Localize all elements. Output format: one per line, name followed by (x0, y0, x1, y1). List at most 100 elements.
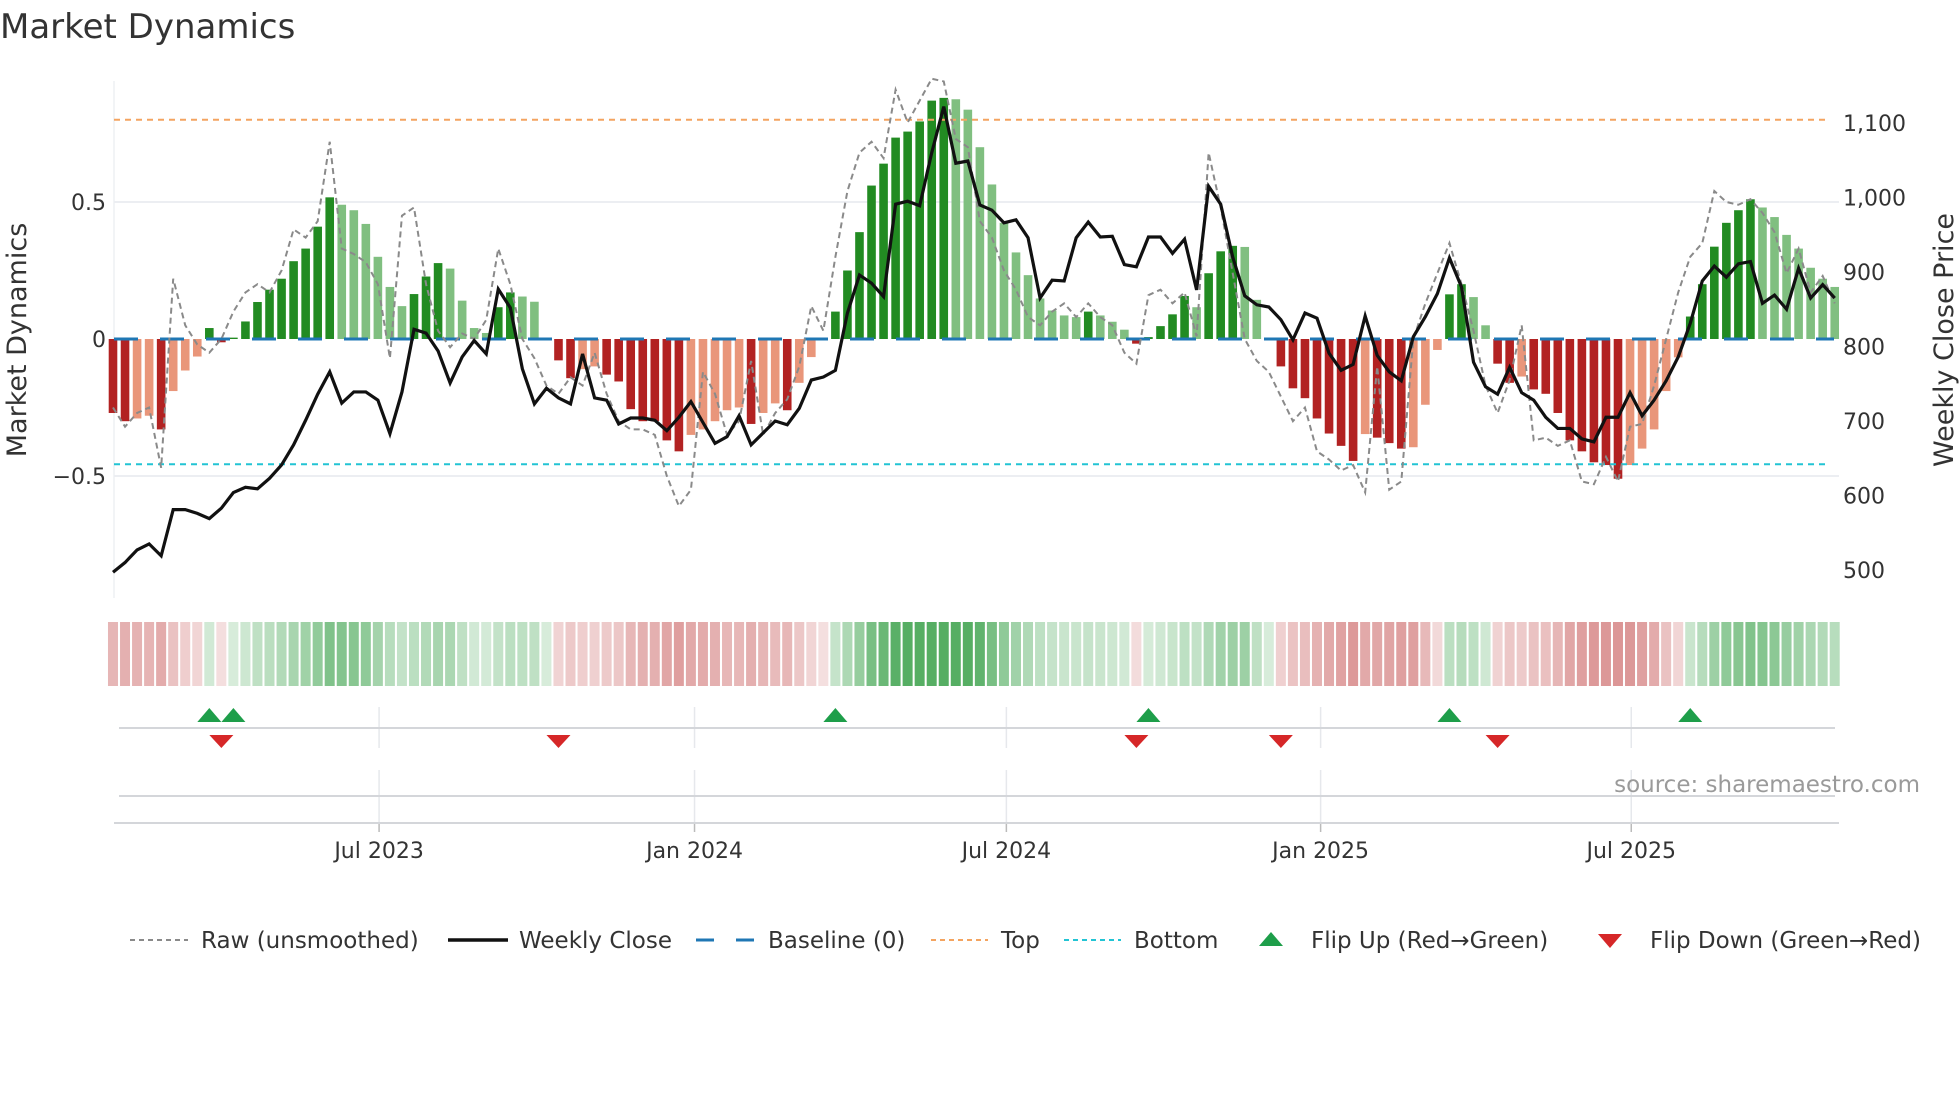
momentum-bar (1071, 317, 1081, 339)
momentum-bar (120, 339, 130, 422)
legend-item-raw: Raw (unsmoothed) (130, 928, 419, 954)
heat-cell (1336, 622, 1347, 686)
momentum-bar (1806, 267, 1815, 339)
momentum-bar (879, 163, 888, 339)
heat-cell (1649, 622, 1660, 686)
heat-strip (107, 622, 1840, 686)
heat-cell (1384, 622, 1395, 686)
momentum-bar (518, 296, 527, 339)
heat-cell (734, 622, 745, 686)
heat-cell (926, 622, 937, 686)
heat-cell (1516, 622, 1527, 686)
heat-cell (1131, 622, 1142, 686)
flip-up-marker (221, 708, 246, 722)
heat-cell (950, 622, 961, 686)
heat-cell (1769, 622, 1780, 686)
heat-cell (1010, 622, 1021, 686)
y2-tick-label: 1,000 (1843, 187, 1906, 212)
legend-item-flip-down: Flip Down (Green→Red) (1598, 928, 1921, 954)
momentum-bar (1481, 325, 1490, 339)
momentum-bar (132, 339, 142, 419)
heat-cell (1203, 622, 1214, 686)
momentum-bar (349, 210, 359, 339)
heat-cell (1468, 622, 1479, 686)
heat-cell (1179, 622, 1190, 686)
heat-cell (938, 622, 949, 686)
momentum-bar (192, 339, 202, 357)
momentum-bar (1035, 298, 1045, 339)
heat-cell (204, 622, 215, 686)
legend-label: Raw (unsmoothed) (201, 928, 419, 954)
momentum-bar (1204, 273, 1213, 339)
heat-cell (818, 622, 829, 686)
momentum-bar (1409, 339, 1418, 448)
momentum-bar (1276, 339, 1286, 367)
heat-cell (890, 622, 901, 686)
heat-cell (1083, 622, 1094, 686)
momentum-bar (229, 337, 238, 339)
flip-up-marker (1437, 708, 1462, 722)
momentum-bar (939, 97, 949, 339)
heat-cell (613, 622, 624, 686)
momentum-bar (1782, 234, 1791, 339)
heat-cell (336, 622, 347, 686)
heat-cell (866, 622, 877, 686)
market-dynamics-chart: Market Dynamics 0.5 0 −0.5 1,100 1,000 900 800… (0, 7, 1960, 954)
heat-cell (1299, 622, 1310, 686)
heat-cell (1324, 622, 1335, 686)
legend-label: Weekly Close (519, 928, 672, 954)
heat-cell (637, 622, 648, 686)
heat-cell (1528, 622, 1539, 686)
heat-cell (132, 622, 143, 686)
heat-cell (962, 622, 973, 686)
momentum-bar (831, 311, 840, 339)
flip-down-marker (1485, 735, 1510, 748)
x-tick-label: Jan 2025 (1270, 839, 1369, 864)
momentum-bar (1493, 339, 1502, 364)
momentum-bar (1529, 339, 1539, 390)
heat-cell (1408, 622, 1419, 686)
chart-root: Market Dynamics 0.5 0 −0.5 1,100 1,000 900 800… (0, 0, 1960, 1102)
heat-cell (1673, 622, 1684, 686)
momentum-bar (168, 339, 178, 392)
momentum-bar (903, 131, 912, 339)
legend-item-close: Weekly Close (448, 928, 672, 954)
momentum-bar (1445, 294, 1454, 339)
momentum-bar (253, 302, 262, 339)
heat-cell (1059, 622, 1070, 686)
legend-label: Baseline (0) (768, 928, 905, 954)
heat-cell (276, 622, 287, 686)
heat-cell (505, 622, 516, 686)
heat-cell (1456, 622, 1467, 686)
heat-cell (529, 622, 540, 686)
momentum-bar (951, 99, 961, 339)
heat-cell (1263, 622, 1274, 686)
momentum-bar (1216, 251, 1225, 339)
heat-cell (1167, 622, 1178, 686)
momentum-bar (361, 223, 371, 339)
momentum-bar (1722, 222, 1731, 339)
momentum-bar (614, 339, 623, 382)
heat-cell (746, 622, 757, 686)
momentum-bar (1589, 339, 1599, 463)
flip-down-marker (1268, 735, 1293, 748)
momentum-bar (1288, 339, 1298, 389)
heat-cell (649, 622, 660, 686)
heat-cell (685, 622, 696, 686)
heat-cell (1757, 622, 1768, 686)
heat-cell (794, 622, 805, 686)
heat-cell (1047, 622, 1058, 686)
momentum-bar (1433, 339, 1442, 350)
momentum-bar (1734, 210, 1743, 339)
x-tick-label: Jul 2023 (332, 839, 424, 864)
momentum-bar (1637, 339, 1647, 449)
momentum-bar (205, 328, 214, 339)
y2-tick-label: 500 (1843, 559, 1885, 584)
heat-cell (1661, 622, 1672, 686)
momentum-bar (807, 339, 816, 358)
heat-cell (1348, 622, 1359, 686)
heat-cell (697, 622, 708, 686)
heat-cell (1420, 622, 1431, 686)
momentum-bar (915, 121, 924, 339)
heat-cell (264, 622, 275, 686)
